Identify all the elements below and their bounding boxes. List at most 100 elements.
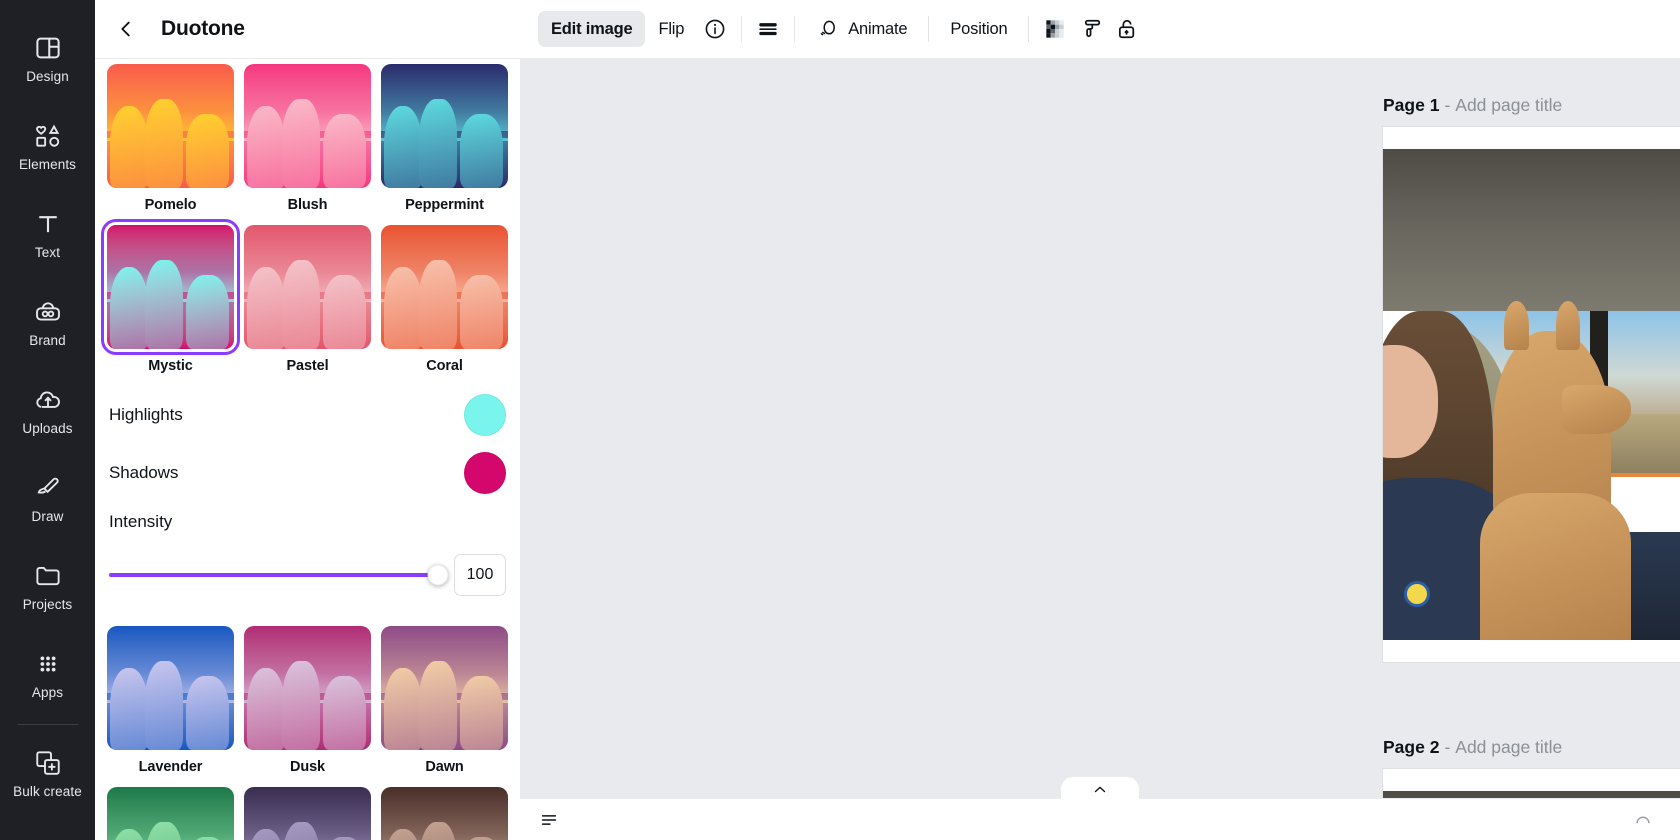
projects-icon bbox=[33, 561, 63, 591]
back-button[interactable] bbox=[109, 12, 143, 46]
info-icon[interactable] bbox=[697, 11, 733, 47]
text-icon bbox=[33, 209, 63, 239]
sidebar-item-bulk-create[interactable]: Bulk create bbox=[0, 729, 95, 817]
sidebar-item-apps[interactable]: Apps bbox=[0, 630, 95, 718]
sidebar-item-label: Bulk create bbox=[13, 783, 82, 799]
chevron-left-icon bbox=[115, 18, 137, 40]
layers-icon[interactable] bbox=[750, 11, 786, 47]
notes-icon[interactable] bbox=[538, 809, 560, 831]
preset-pastel[interactable]: Pastel bbox=[244, 225, 371, 386]
position-button[interactable]: Position bbox=[937, 11, 1020, 47]
page-2-title-placeholder[interactable]: Add page title bbox=[1455, 737, 1562, 758]
page-1-title-placeholder[interactable]: Add page title bbox=[1455, 95, 1562, 116]
preset-row-1: Pomelo Blush Peppermint bbox=[107, 64, 508, 225]
highlights-color-swatch[interactable] bbox=[464, 394, 506, 436]
preset-thumbnail bbox=[244, 64, 371, 188]
chevron-up-icon bbox=[1091, 781, 1109, 799]
page-1-canvas[interactable] bbox=[1383, 127, 1680, 662]
preset-blush[interactable]: Blush bbox=[244, 64, 371, 225]
canvas-photo[interactable] bbox=[1383, 149, 1680, 640]
panel-header: Duotone bbox=[95, 0, 520, 59]
page-1-title: Page 1 bbox=[1383, 94, 1440, 115]
sidebar-item-elements[interactable]: Elements bbox=[0, 102, 95, 190]
editor-toolbar: Edit image Flip Animate Position bbox=[520, 0, 1680, 59]
rail-divider bbox=[17, 724, 78, 725]
preset-label: Peppermint bbox=[405, 197, 484, 213]
toolbar-divider bbox=[794, 16, 796, 42]
sidebar-item-label: Brand bbox=[29, 332, 66, 348]
sidebar-item-projects[interactable]: Projects bbox=[0, 542, 95, 630]
preset-thumbnail bbox=[107, 787, 234, 840]
preset-label: Blush bbox=[287, 197, 328, 213]
preset-coral[interactable]: Coral bbox=[381, 225, 508, 386]
canvas-scroll-area[interactable]: Page 1 - Add page title Page 2 - Add pag… bbox=[520, 59, 1680, 840]
preset-row-4 bbox=[107, 787, 508, 840]
sidebar-item-text[interactable]: Text bbox=[0, 190, 95, 278]
preset-dawn[interactable]: Dawn bbox=[381, 626, 508, 787]
preset-thumbnail bbox=[244, 225, 371, 349]
panel-scroll-area[interactable]: Sea Green Mustard Amber Pomelo bbox=[95, 59, 520, 840]
intensity-slider[interactable] bbox=[109, 564, 449, 586]
sidebar-item-uploads[interactable]: Uploads bbox=[0, 366, 95, 454]
preset-lavender[interactable]: Lavender bbox=[107, 626, 234, 787]
preset-thumbnail bbox=[381, 787, 508, 840]
paint-roller-icon[interactable] bbox=[1073, 11, 1109, 47]
animate-label: Animate bbox=[848, 19, 908, 38]
sidebar-item-label: Text bbox=[34, 244, 61, 260]
sidebar-item-design[interactable]: Design bbox=[0, 14, 95, 102]
preset-thumbnail bbox=[107, 64, 234, 188]
shadows-label: Shadows bbox=[109, 463, 179, 482]
elements-icon bbox=[33, 121, 63, 151]
page-1-header: Page 1 - Add page title bbox=[1383, 88, 1680, 122]
sidebar-item-draw[interactable]: Draw bbox=[0, 454, 95, 542]
preset-row4-item-2[interactable] bbox=[244, 787, 371, 840]
preset-row4-item-3[interactable] bbox=[381, 787, 508, 840]
draw-icon bbox=[33, 473, 63, 503]
preset-label: Pastel bbox=[286, 358, 329, 374]
page-title: Duotone bbox=[161, 17, 245, 40]
sidebar-item-brand[interactable]: Brand bbox=[0, 278, 95, 366]
bottom-bar bbox=[520, 777, 1680, 840]
preset-thumbnail bbox=[381, 225, 508, 349]
preset-label: Coral bbox=[426, 358, 463, 374]
shadows-row: Shadows bbox=[107, 444, 508, 502]
toolbar-divider bbox=[1028, 16, 1030, 42]
preset-mystic[interactable]: Mystic bbox=[101, 219, 240, 386]
edit-image-button[interactable]: Edit image bbox=[538, 11, 646, 47]
shadows-color-swatch[interactable] bbox=[464, 452, 506, 494]
preset-label: Dawn bbox=[425, 759, 464, 775]
intensity-slider-handle[interactable] bbox=[427, 564, 449, 586]
animate-button[interactable]: Animate bbox=[803, 11, 920, 47]
preset-label: Mystic bbox=[148, 358, 193, 374]
preset-peppermint[interactable]: Peppermint bbox=[381, 64, 508, 225]
flip-button[interactable]: Flip bbox=[645, 11, 697, 47]
preset-dusk[interactable]: Dusk bbox=[244, 626, 371, 787]
preset-label: Dusk bbox=[289, 759, 326, 775]
sidebar-item-label: Uploads bbox=[22, 420, 73, 436]
sidebar-item-label: Elements bbox=[18, 156, 77, 172]
highlights-label: Highlights bbox=[109, 405, 183, 424]
help-icon[interactable] bbox=[1632, 809, 1654, 831]
preset-pomelo[interactable]: Pomelo bbox=[107, 64, 234, 225]
expand-panel-button[interactable] bbox=[1061, 777, 1139, 801]
unlock-icon[interactable] bbox=[1109, 11, 1145, 47]
preset-thumbnail bbox=[244, 787, 371, 840]
page-2-header: Page 2 - Add page title bbox=[1383, 730, 1680, 764]
sidebar-item-label: Draw bbox=[31, 508, 64, 524]
preset-row-3: Lavender Dusk Dawn bbox=[107, 626, 508, 787]
preset-thumbnail bbox=[381, 626, 508, 750]
transparency-icon[interactable] bbox=[1037, 11, 1073, 47]
preset-thumbnail bbox=[101, 219, 240, 355]
page-1-separator: - bbox=[1444, 94, 1451, 115]
preset-row4-item-1[interactable] bbox=[107, 787, 234, 840]
left-nav-rail: Design Elements Text Brand Uploads Draw … bbox=[0, 0, 95, 840]
duotone-panel: Duotone Sea Green Mustard Amber Pomelo bbox=[95, 0, 520, 840]
design-icon bbox=[33, 33, 63, 63]
bulk-create-icon bbox=[33, 748, 63, 778]
toolbar-divider bbox=[928, 16, 930, 42]
preset-thumbnail bbox=[244, 626, 371, 750]
intensity-value-input[interactable]: 100 bbox=[454, 554, 506, 596]
preset-row-2: Mystic Pastel Coral bbox=[101, 219, 508, 386]
sidebar-item-label: Apps bbox=[31, 684, 64, 700]
editor-main: Edit image Flip Animate Position Page 1 … bbox=[520, 0, 1680, 840]
